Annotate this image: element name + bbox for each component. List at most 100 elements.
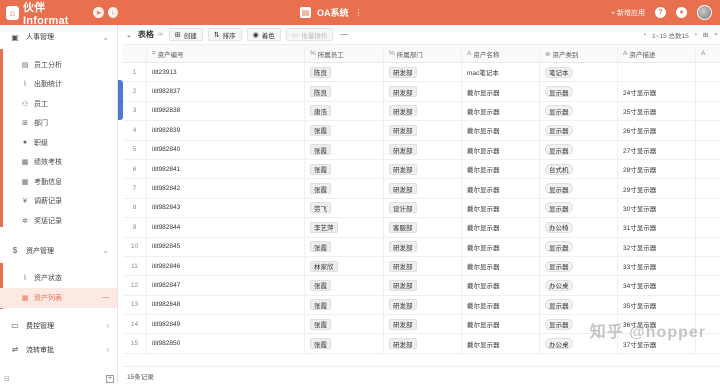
category-cell[interactable]: 显示器 bbox=[540, 256, 618, 276]
asset-name-cell[interactable]: 戴尔显示器 bbox=[462, 198, 540, 218]
desc-cell[interactable]: 34寸显示器 bbox=[618, 276, 696, 295]
dept-tag[interactable]: 研发部 bbox=[389, 124, 417, 136]
search-icon[interactable]: ⌕ bbox=[714, 31, 718, 39]
dept-cell[interactable]: 研发部 bbox=[384, 256, 462, 276]
asset-no-cell[interactable]: itit23913 bbox=[147, 63, 305, 82]
create-button[interactable]: ⊞ 创建 bbox=[168, 28, 203, 41]
employee-tag[interactable]: 张霞 bbox=[310, 163, 331, 175]
asset-name-cell[interactable]: 戴尔显示器 bbox=[462, 256, 540, 276]
sidebar-item[interactable]: ⌇ 出勤统计 bbox=[0, 75, 117, 95]
header-cell[interactable]: % 所属员工 bbox=[305, 45, 384, 62]
dept-tag[interactable]: 客服部 bbox=[389, 221, 417, 233]
employee-cell[interactable]: 张霞 bbox=[305, 334, 384, 353]
grid-icon[interactable]: ⊞ bbox=[703, 31, 708, 39]
dept-tag[interactable]: 研发部 bbox=[389, 86, 417, 98]
table-row[interactable]: 5 itit982840 张霞 研发部 戴尔显示器 显示器 27寸显示器 bbox=[123, 140, 720, 160]
employee-tag[interactable]: 张霞 bbox=[310, 299, 331, 311]
sidebar-item[interactable]: ⚇ 员工 bbox=[0, 94, 117, 114]
extra-cell[interactable] bbox=[696, 199, 720, 217]
employee-cell[interactable]: 陈良 bbox=[305, 63, 384, 82]
prev-page-icon[interactable]: ‹ bbox=[644, 31, 646, 38]
dept-cell[interactable]: 研发部 bbox=[384, 315, 462, 334]
category-cell[interactable]: 显示器 bbox=[540, 121, 618, 140]
extra-cell[interactable] bbox=[696, 257, 720, 275]
extra-cell[interactable] bbox=[696, 179, 720, 197]
batch-button[interactable]: ▭ 批量操作 bbox=[285, 28, 334, 41]
sort-button[interactable]: ⇅ 排序 bbox=[207, 28, 242, 41]
next-page-icon[interactable]: › bbox=[695, 31, 697, 38]
employee-cell[interactable]: 劳飞 bbox=[305, 198, 384, 218]
employee-tag[interactable]: 劳飞 bbox=[310, 202, 331, 214]
help-icon[interactable]: ? bbox=[655, 7, 666, 18]
sidebar-item[interactable]: ⌇ 资产状态 bbox=[0, 269, 117, 289]
avatar[interactable] bbox=[697, 5, 712, 20]
add-icon[interactable]: + bbox=[106, 375, 114, 383]
employee-tag[interactable]: 张霞 bbox=[310, 144, 331, 156]
employee-cell[interactable]: 张霞 bbox=[305, 295, 384, 315]
header-cell[interactable]: % 所属部门 bbox=[384, 45, 462, 62]
desc-cell[interactable]: 32寸显示器 bbox=[618, 237, 696, 256]
dept-tag[interactable]: 设计部 bbox=[389, 202, 417, 214]
color-button[interactable]: ◉ 着色 bbox=[246, 28, 281, 41]
category-cell[interactable]: 显示器 bbox=[540, 295, 618, 315]
category-cell[interactable]: 显示器 bbox=[540, 82, 618, 101]
dept-tag[interactable]: 研发部 bbox=[389, 183, 417, 195]
employee-cell[interactable]: 李艺萍 bbox=[305, 218, 384, 237]
asset-no-cell[interactable]: itit982849 bbox=[147, 315, 305, 334]
extra-cell[interactable] bbox=[696, 63, 720, 81]
dept-cell[interactable]: 研发部 bbox=[384, 101, 462, 121]
category-cell[interactable]: 显示器 bbox=[540, 237, 618, 256]
dept-tag[interactable]: 研发部 bbox=[389, 260, 417, 272]
header-cell[interactable]: A 资产名称 bbox=[462, 45, 540, 62]
dept-cell[interactable]: 研发部 bbox=[384, 334, 462, 353]
sidebar-item[interactable]: ● 职级 bbox=[0, 133, 117, 153]
sidebar-group-header[interactable]: ▭ 费控管理 › bbox=[0, 314, 117, 338]
dept-cell[interactable]: 研发部 bbox=[384, 179, 462, 198]
employee-tag[interactable]: 陈良 bbox=[310, 86, 331, 98]
sidebar-item[interactable]: ▦ 绩效考核 bbox=[0, 153, 117, 173]
table-row[interactable]: 7 itit982842 张霞 研发部 戴尔显示器 显示器 29寸显示器 bbox=[123, 179, 720, 199]
sidebar-group-header[interactable]: ▣ 人事管理 ⌄ bbox=[0, 25, 117, 49]
more-button[interactable]: — bbox=[340, 30, 348, 39]
table-row[interactable]: 11 itit982846 林家欣 研发部 戴尔显示器 显示器 33寸显示器 bbox=[123, 256, 720, 277]
asset-name-cell[interactable]: 戴尔显示器 bbox=[462, 295, 540, 315]
dept-tag[interactable]: 研发部 bbox=[389, 299, 417, 311]
employee-tag[interactable]: 张霞 bbox=[310, 124, 331, 136]
link-icon[interactable]: ∞ bbox=[158, 31, 163, 38]
employee-cell[interactable]: 林家欣 bbox=[305, 256, 384, 276]
asset-no-cell[interactable]: itit982847 bbox=[147, 276, 305, 295]
asset-no-cell[interactable]: itit982837 bbox=[147, 82, 305, 101]
employee-cell[interactable]: 张霞 bbox=[305, 121, 384, 140]
collapse-icon[interactable]: ⊟ bbox=[4, 375, 10, 383]
dept-cell[interactable]: 设计部 bbox=[384, 198, 462, 218]
employee-tag[interactable]: 张霞 bbox=[310, 241, 331, 253]
table-row[interactable]: 4 itit982839 张霞 研发部 戴尔显示器 显示器 26寸显示器 bbox=[123, 121, 720, 141]
new-app-button[interactable]: + 新增应用 bbox=[611, 8, 645, 18]
sidebar-group-header[interactable]: $ 资产管理 ⌄ bbox=[0, 239, 117, 263]
dept-cell[interactable]: 研发部 bbox=[384, 63, 462, 82]
extra-cell[interactable] bbox=[696, 160, 720, 178]
asset-no-cell[interactable]: itit982842 bbox=[147, 179, 305, 198]
asset-name-cell[interactable]: 戴尔显示器 bbox=[462, 82, 540, 101]
category-cell[interactable]: 办公桌 bbox=[540, 276, 618, 295]
table-row[interactable]: 12 itit982847 张霞 研发部 戴尔显示器 办公桌 34寸显示器 bbox=[123, 276, 720, 296]
desc-cell[interactable]: 33寸显示器 bbox=[618, 256, 696, 276]
sidebar-item[interactable]: ▤ 员工分析 bbox=[0, 55, 117, 75]
asset-name-cell[interactable]: 戴尔显示器 bbox=[462, 334, 540, 353]
header-cell[interactable]: ⊛ 资产类别 bbox=[540, 45, 618, 62]
asset-name-cell[interactable]: 戴尔显示器 bbox=[462, 179, 540, 198]
dept-cell[interactable]: 研发部 bbox=[384, 295, 462, 315]
asset-no-cell[interactable]: itit982838 bbox=[147, 101, 305, 121]
employee-tag[interactable]: 张霞 bbox=[310, 318, 331, 330]
desc-cell[interactable]: 28寸显示器 bbox=[618, 159, 696, 179]
employee-tag[interactable]: 张霞 bbox=[310, 338, 331, 350]
asset-no-cell[interactable]: itit982839 bbox=[147, 121, 305, 140]
dept-cell[interactable]: 研发部 bbox=[384, 159, 462, 179]
desc-cell[interactable]: 25寸显示器 bbox=[618, 101, 696, 121]
dept-tag[interactable]: 研发部 bbox=[389, 163, 417, 175]
category-cell[interactable]: 显示器 bbox=[540, 140, 618, 159]
send-icon[interactable]: ➤ bbox=[93, 7, 104, 18]
desc-cell[interactable]: 27寸显示器 bbox=[618, 140, 696, 159]
employee-cell[interactable]: 唐浩 bbox=[305, 101, 384, 121]
header-cell[interactable]: A 资产描述 bbox=[618, 45, 696, 62]
